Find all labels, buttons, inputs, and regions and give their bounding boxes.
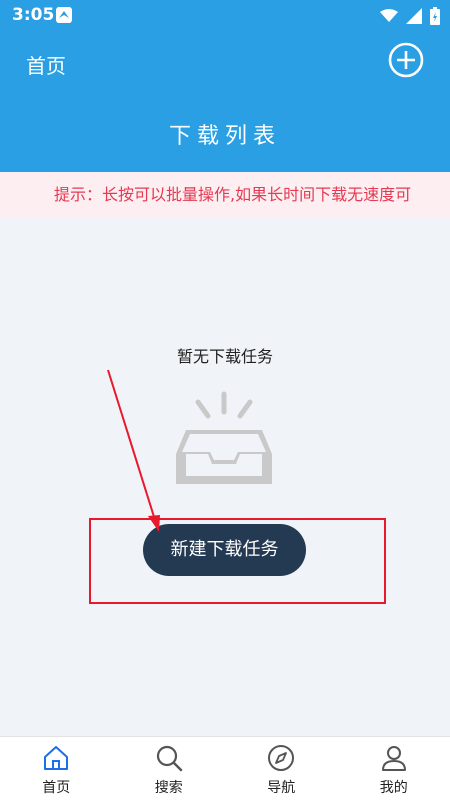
home-link[interactable]: 首页: [26, 50, 66, 79]
empty-inbox-icon: [172, 388, 276, 492]
status-indicators: [380, 7, 440, 25]
signal-icon: [406, 8, 422, 24]
home-icon: [42, 744, 70, 772]
nav-item-profile[interactable]: 我的: [338, 737, 450, 801]
notice-text: 提示：长按可以批量操作,如果长时间下载无速度可: [54, 172, 411, 218]
search-icon: [155, 744, 183, 772]
compass-icon: [267, 744, 295, 772]
wifi-icon: [380, 9, 398, 23]
status-bar: 3:05: [0, 0, 450, 32]
add-download-button[interactable]: [388, 42, 424, 78]
nav-label-search: 搜索: [113, 777, 226, 797]
nav-item-home[interactable]: 首页: [0, 737, 113, 801]
battery-icon: [430, 7, 440, 25]
status-time: 3:05: [12, 5, 54, 25]
app-header: 首页 下载列表: [0, 32, 450, 172]
nav-item-search[interactable]: 搜索: [113, 737, 226, 801]
nav-label-home: 首页: [0, 777, 113, 797]
new-download-task-button[interactable]: 新建下载任务: [143, 524, 306, 576]
user-icon: [380, 744, 408, 772]
nav-label-profile: 我的: [338, 777, 450, 797]
download-list-content: 暂无下载任务 新建下载任务: [0, 218, 450, 736]
nav-item-navigation[interactable]: 导航: [225, 737, 338, 801]
page-title: 下载列表: [0, 118, 450, 150]
notice-banner: 提示：长按可以批量操作,如果长时间下载无速度可: [0, 172, 450, 218]
empty-state-message: 暂无下载任务: [0, 343, 450, 367]
app-notification-icon: [56, 7, 72, 23]
bottom-navigation: 首页 搜索 导航 我的: [0, 736, 450, 801]
nav-label-navigation: 导航: [225, 777, 338, 797]
